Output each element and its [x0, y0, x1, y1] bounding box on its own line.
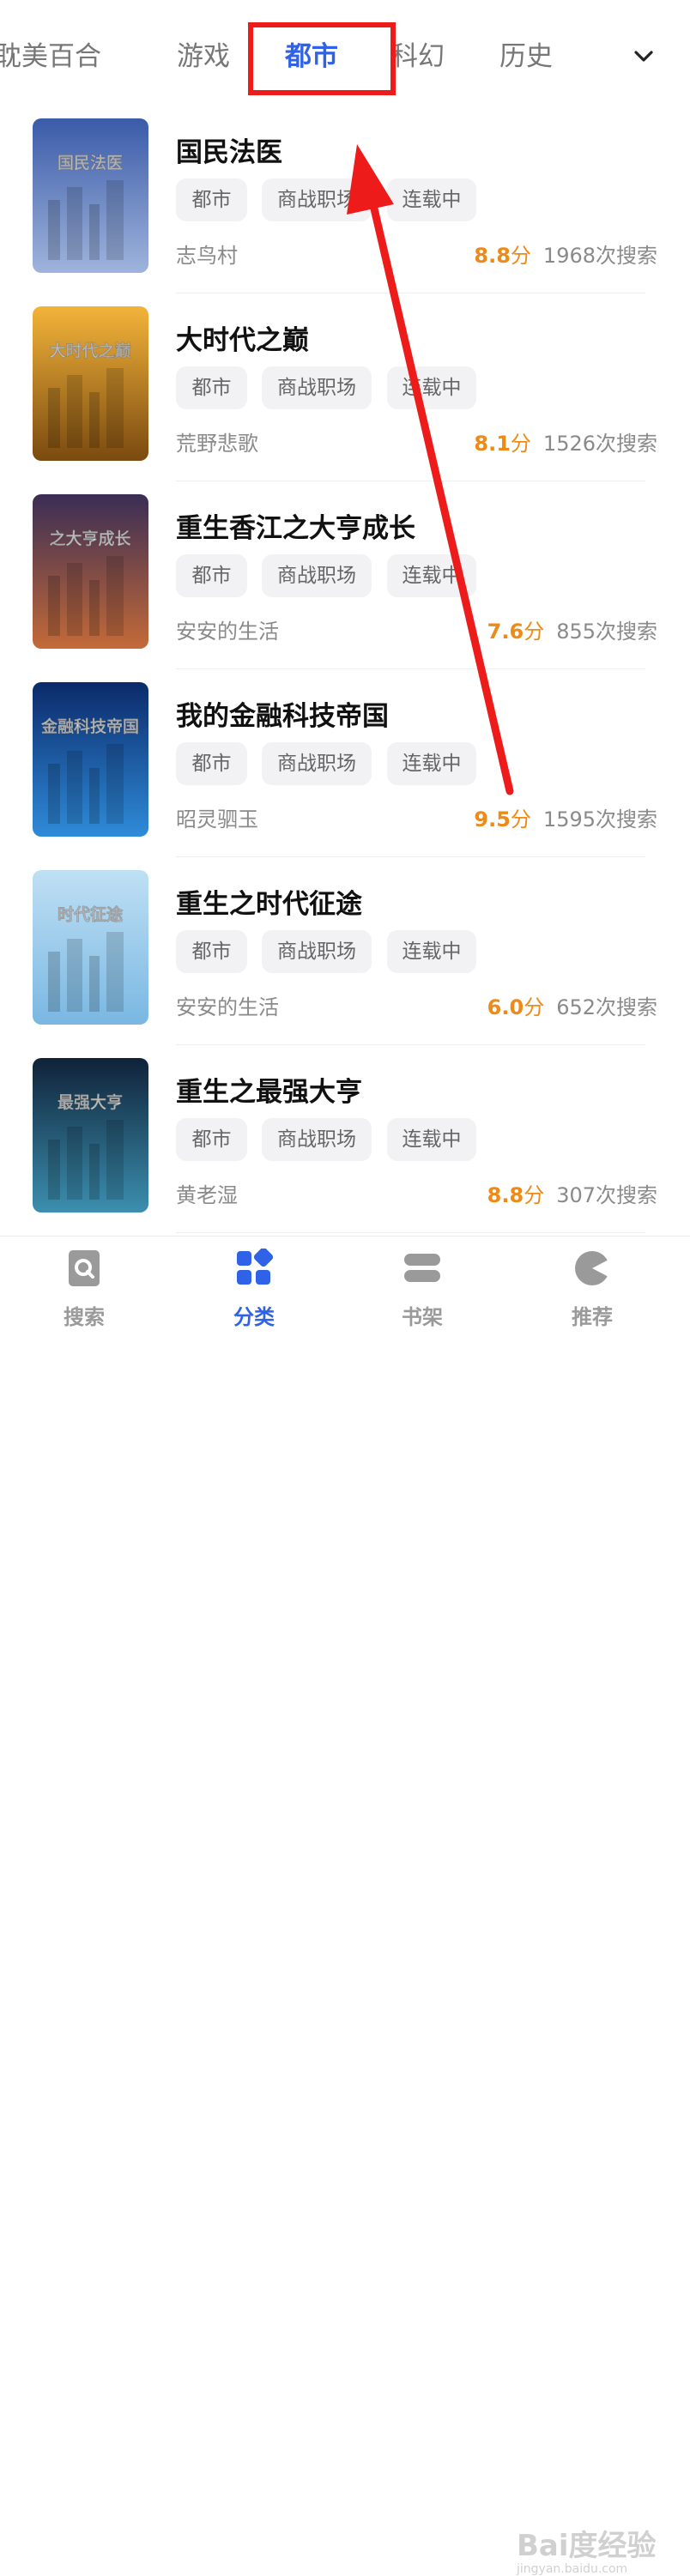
watermark-sub: jingyan.baidu.com — [517, 2562, 628, 2576]
nav-bookshelf-label: 书架 — [402, 1305, 443, 1329]
search-book-icon — [69, 1250, 100, 1286]
watermark-text: Bai度经验 — [517, 2529, 657, 2563]
nav-recommend[interactable]: 推荐 — [541, 1249, 644, 1330]
nav-search[interactable]: 搜索 — [33, 1249, 136, 1330]
nav-recommend-label: 推荐 — [572, 1305, 613, 1329]
bottom-nav: 搜索 分类 书架 推荐 Bai度经验 jingyan.baidu.com — [0, 1236, 690, 2576]
nav-search-label: 搜索 — [64, 1305, 105, 1329]
bookshelf-icon — [404, 1254, 440, 1282]
annotation-arrow — [347, 144, 514, 795]
nav-category-label: 分类 — [233, 1305, 275, 1329]
nav-bookshelf[interactable]: 书架 — [371, 1249, 474, 1330]
baidu-watermark: Bai度经验 jingyan.baidu.com — [517, 2522, 657, 2576]
category-grid-icon — [237, 1249, 274, 1285]
nav-category[interactable]: 分类 — [203, 1249, 306, 1330]
recommend-icon — [575, 1251, 610, 1285]
